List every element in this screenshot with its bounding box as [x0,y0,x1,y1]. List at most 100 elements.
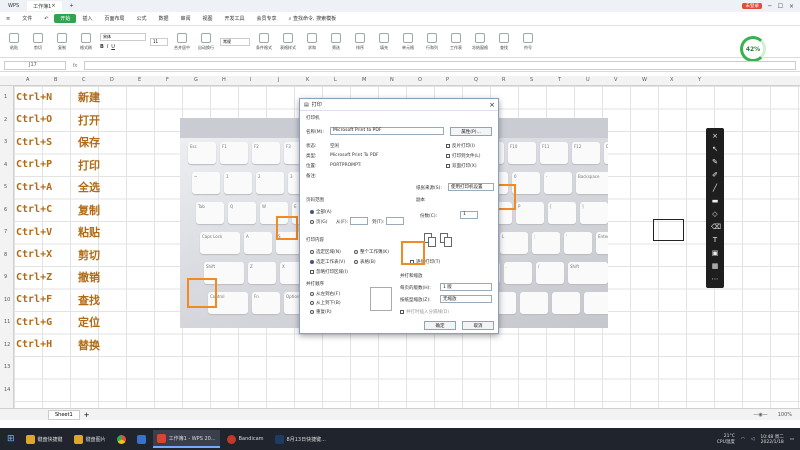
column-header[interactable]: C [82,77,86,83]
underline-icon[interactable]: U [111,44,115,50]
radio[interactable] [354,259,358,264]
row-header[interactable]: 14 [4,387,10,393]
print-to-file-option[interactable]: 打印到文件(L) [446,153,481,159]
per-sheet-select[interactable]: 1 版 [440,283,492,291]
radio[interactable] [354,249,358,254]
column-header[interactable]: U [586,77,590,83]
shortcut-row[interactable]: Ctrl+S 保存 [16,131,100,153]
column-header[interactable]: M [362,77,366,83]
column-header[interactable]: R [502,77,505,83]
italic-icon[interactable]: I [107,44,108,50]
content-sheet-option[interactable]: 选定工作表(V) [310,259,345,265]
cell-button[interactable]: 单元格 [398,32,418,51]
shortcut-row[interactable]: Ctrl+A 全选 [16,176,100,198]
order-left-right[interactable]: 从左到右(F) [310,291,340,297]
row-header[interactable]: 2 [4,117,7,123]
column-header[interactable]: D [110,77,114,83]
account-label[interactable]: 未登录 [742,3,762,9]
column-header[interactable]: X [670,77,673,83]
taskbar-chrome[interactable] [113,430,130,448]
shortcut-row[interactable]: Ctrl+O 打开 [16,109,100,131]
menu-page-layout[interactable]: 页面布局 [98,15,130,22]
content-workbook-option[interactable]: 整个工作簿(K) [354,249,389,255]
shortcut-row[interactable]: Ctrl+Z 撤销 [16,266,100,288]
volume-icon[interactable]: ◁ [751,437,754,442]
duplex-option[interactable]: 双面打印(X) [446,163,477,169]
column-header[interactable]: S [530,77,533,83]
row-header[interactable]: 10 [4,297,10,303]
radio[interactable] [310,259,314,264]
checkbox[interactable] [400,309,404,314]
cut-button[interactable]: 剪切 [28,32,48,51]
shortcut-row[interactable]: Ctrl+P 打印 [16,154,100,176]
range-to-input[interactable] [386,217,404,225]
order-repeat[interactable]: 重复(R) [310,309,332,315]
column-header[interactable]: W [642,77,647,83]
ignore-area-option[interactable]: 忽略打印区域(I) [310,269,348,275]
find-button[interactable]: 查找 [494,32,514,51]
pen-tool-icon[interactable]: ▬ [711,197,719,205]
column-header[interactable]: P [446,77,449,83]
pen-tool-icon[interactable]: ⋯ [711,275,719,283]
pen-tool-icon[interactable]: ⌫ [711,223,721,231]
taskbar-item-wps[interactable]: 工作簿1 - WPS 20... [152,430,220,448]
radio[interactable] [310,309,314,314]
menu-formulas[interactable]: 公式 [130,15,152,22]
column-header[interactable]: I [250,77,251,83]
menu-data[interactable]: 数据 [152,15,174,22]
separator-line-option[interactable]: 并打时插入分隔线(D) [400,309,449,315]
shortcut-row[interactable]: Ctrl+F 查找 [16,289,100,311]
symbol-button[interactable]: 符号 [518,32,538,51]
shortcut-row[interactable]: Ctrl+G 定位 [16,311,100,333]
formula-input[interactable] [84,61,796,70]
column-header[interactable]: N [390,77,394,83]
start-button[interactable]: ⊞ [3,430,19,448]
content-selection-option[interactable]: 选定区域(N) [310,249,341,255]
row-header[interactable]: 5 [4,184,7,190]
dialog-close-icon[interactable]: × [486,101,498,109]
menu-review[interactable]: 审阅 [175,15,197,22]
wifi-icon[interactable]: ◠ [741,437,745,442]
pen-tool-icon[interactable]: × [711,132,719,140]
column-header[interactable]: E [138,77,141,83]
taskbar-app[interactable] [133,430,150,448]
shortcut-row[interactable]: Ctrl+X 剪切 [16,244,100,266]
column-header[interactable]: G [194,77,198,83]
column-header[interactable]: O [418,77,422,83]
tab-workbook[interactable]: 工作簿1 × [27,1,62,11]
pen-tool-icon[interactable]: ✎ [711,158,719,166]
copy-button[interactable]: 复制 [52,32,72,51]
fit-paper-select[interactable]: 无缩放 [440,295,492,303]
fill-button[interactable]: 填充 [374,32,394,51]
menu-hamburger-icon[interactable]: ≡ [0,16,16,22]
menu-home[interactable]: 开始 [54,14,77,23]
sum-button[interactable]: 求和 [302,32,322,51]
format-painter-button[interactable]: 格式刷 [76,32,96,51]
row-header[interactable]: 8 [4,252,7,258]
radio[interactable] [310,219,314,224]
cancel-button[interactable]: 取消 [462,321,494,330]
clock[interactable]: 10:48 周二 2022/1/18 [760,434,783,445]
table-style-button[interactable]: 表格样式 [278,32,298,51]
taskbar-item-bandicam[interactable]: Bandicam [223,430,268,448]
paste-button[interactable]: 粘贴 [4,32,24,51]
zoom-label[interactable]: 100% [778,412,792,418]
row-header[interactable]: 9 [4,274,7,280]
radio[interactable] [310,291,314,296]
freeze-panes-button[interactable]: 冻结窗格 [470,32,490,51]
radio[interactable] [310,300,314,305]
add-sheet-icon[interactable]: + [84,411,90,419]
column-header[interactable]: J [278,77,279,83]
range-from-input[interactable] [350,217,368,225]
number-format-select[interactable]: 常规 [220,37,250,46]
font-name-select[interactable]: 宋体 [100,33,146,41]
menu-view[interactable]: 视图 [197,15,219,22]
column-header[interactable]: A [26,77,29,83]
printer-select[interactable]: Microsoft Print to PDF [330,127,444,135]
menu-file[interactable]: 文件 [16,15,38,22]
shortcut-row[interactable]: Ctrl+C 复制 [16,199,100,221]
menu-developer[interactable]: 开发工具 [219,15,251,22]
selected-cell[interactable] [653,219,684,241]
wrap-text-button[interactable]: 自动换行 [196,32,216,51]
copies-input[interactable]: 1 [460,211,478,219]
